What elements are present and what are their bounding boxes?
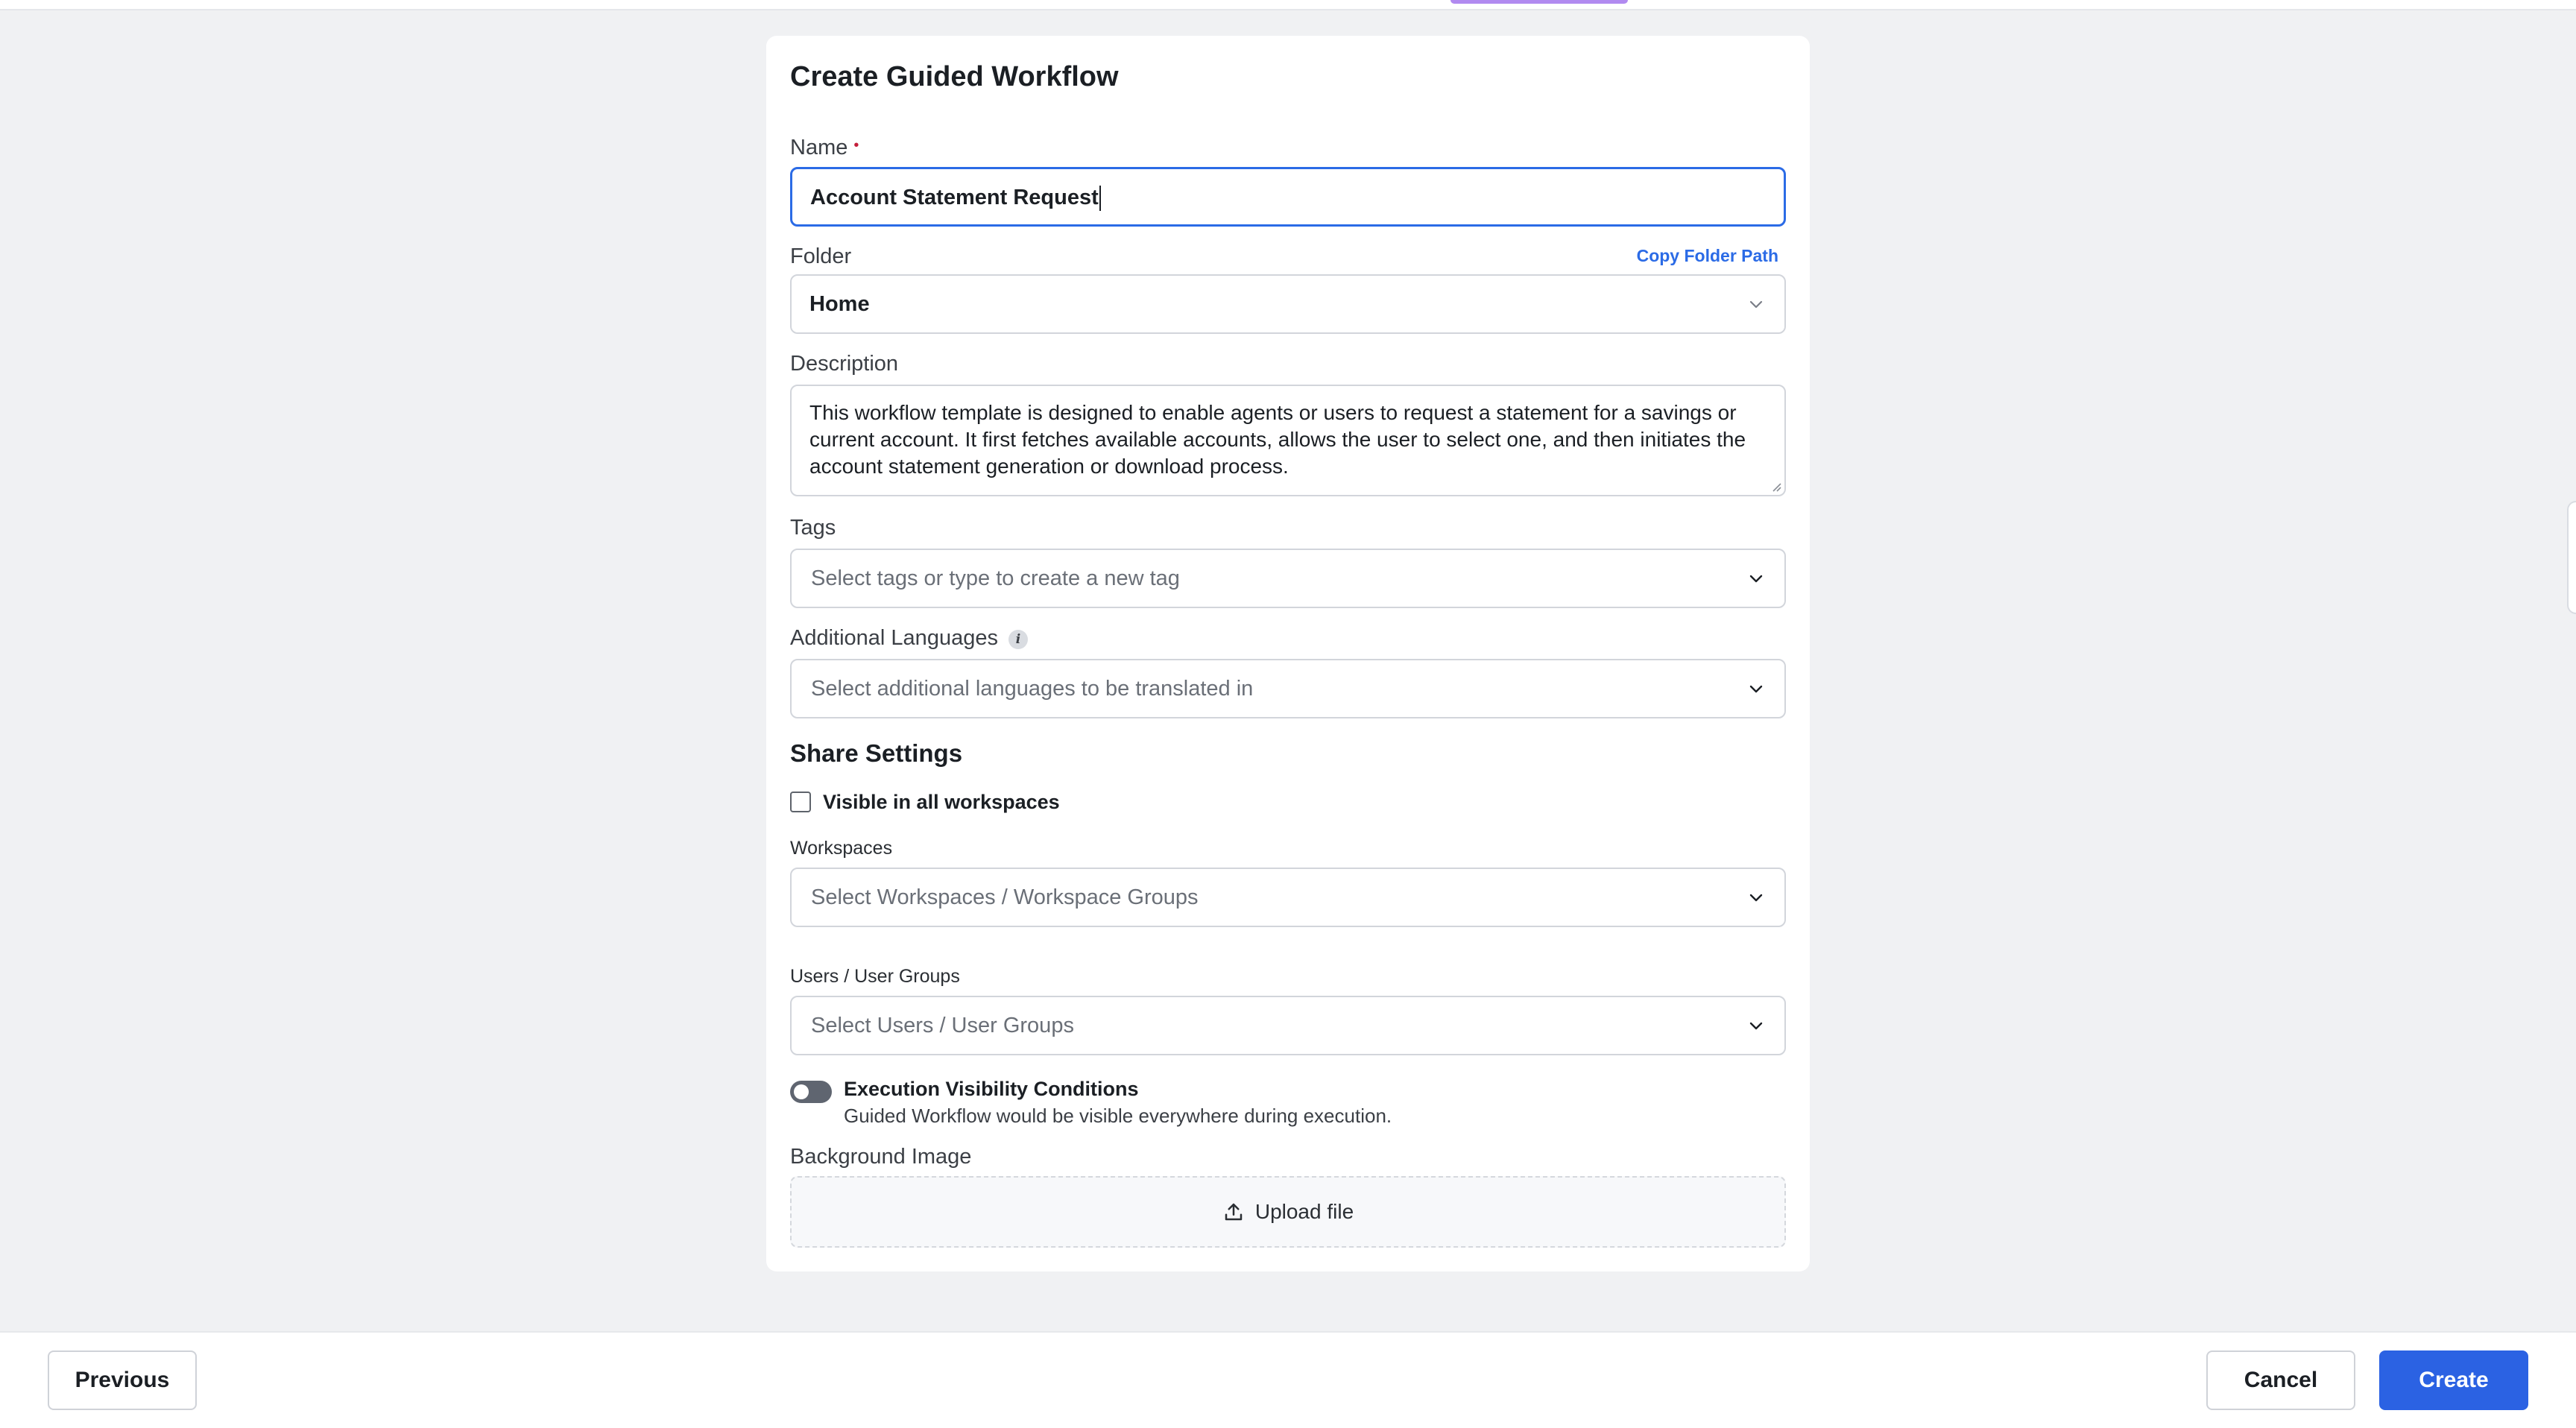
name-input-value: Account Statement Request (810, 186, 1099, 209)
active-step-indicator (1450, 0, 1628, 4)
chevron-down-icon (1749, 685, 1763, 693)
modal-title: Create Guided Workflow (790, 61, 1119, 92)
upload-icon (1225, 1203, 1243, 1221)
execution-visibility-description: Guided Workflow would be visible everywh… (844, 1105, 1392, 1127)
users-placeholder: Select Users / User Groups (811, 1014, 1074, 1037)
upload-file-label[interactable]: Upload file (1255, 1200, 1354, 1224)
folder-select-value: Home (809, 292, 870, 316)
visible-all-workspaces-label[interactable]: Visible in all workspaces (823, 791, 1060, 814)
visible-all-workspaces-checkbox[interactable] (790, 792, 811, 812)
users-select[interactable]: Select Users / User Groups (790, 996, 1786, 1055)
folder-label: Folder (790, 244, 852, 268)
side-panel-handle[interactable] (2567, 501, 2576, 614)
description-text: This workflow template is designed to en… (809, 401, 1746, 478)
background-image-label: Background Image (790, 1145, 972, 1169)
resize-grip-icon[interactable] (1771, 481, 1781, 492)
tags-select[interactable]: Select tags or type to create a new tag (790, 549, 1786, 608)
top-bar (0, 0, 2576, 10)
languages-select[interactable]: Select additional languages to be transl… (790, 659, 1786, 718)
tags-label: Tags (790, 516, 836, 540)
name-input[interactable]: Account Statement Request (790, 167, 1786, 227)
chevron-down-icon (1749, 1022, 1763, 1030)
workspaces-select[interactable]: Select Workspaces / Workspace Groups (790, 868, 1786, 927)
footer-bar: Previous Cancel Create (0, 1331, 2576, 1428)
chevron-down-icon (1749, 300, 1763, 309)
description-textarea[interactable]: This workflow template is designed to en… (790, 385, 1786, 496)
visible-all-workspaces-row[interactable]: Visible in all workspaces (790, 790, 1060, 814)
text-caret (1099, 186, 1101, 212)
previous-button[interactable]: Previous (48, 1350, 197, 1410)
upload-dropzone[interactable]: Upload file (790, 1176, 1786, 1248)
cancel-button[interactable]: Cancel (2206, 1350, 2355, 1410)
copy-folder-path-link[interactable]: Copy Folder Path (1637, 246, 1778, 266)
languages-placeholder: Select additional languages to be transl… (811, 677, 1254, 701)
tags-placeholder: Select tags or type to create a new tag (811, 566, 1180, 590)
workspaces-label: Workspaces (790, 838, 893, 859)
execution-visibility-title: Execution Visibility Conditions (844, 1078, 1139, 1100)
toggle-knob (794, 1084, 809, 1099)
name-label: Name • (790, 136, 859, 159)
share-settings-title: Share Settings (790, 739, 963, 767)
execution-visibility-toggle[interactable] (790, 1081, 832, 1103)
users-label: Users / User Groups (790, 966, 960, 987)
description-label: Description (790, 352, 899, 376)
languages-label: Additional Languages i (790, 626, 1028, 651)
chevron-down-icon (1749, 575, 1763, 583)
folder-select[interactable]: Home (790, 274, 1786, 334)
info-icon[interactable]: i (1008, 630, 1028, 649)
workspaces-placeholder: Select Workspaces / Workspace Groups (811, 885, 1199, 909)
create-button[interactable]: Create (2379, 1350, 2528, 1410)
required-indicator: • (853, 137, 859, 154)
chevron-down-icon (1749, 894, 1763, 902)
create-workflow-modal: Create Guided Workflow Name • Account Sta… (766, 36, 1810, 1271)
